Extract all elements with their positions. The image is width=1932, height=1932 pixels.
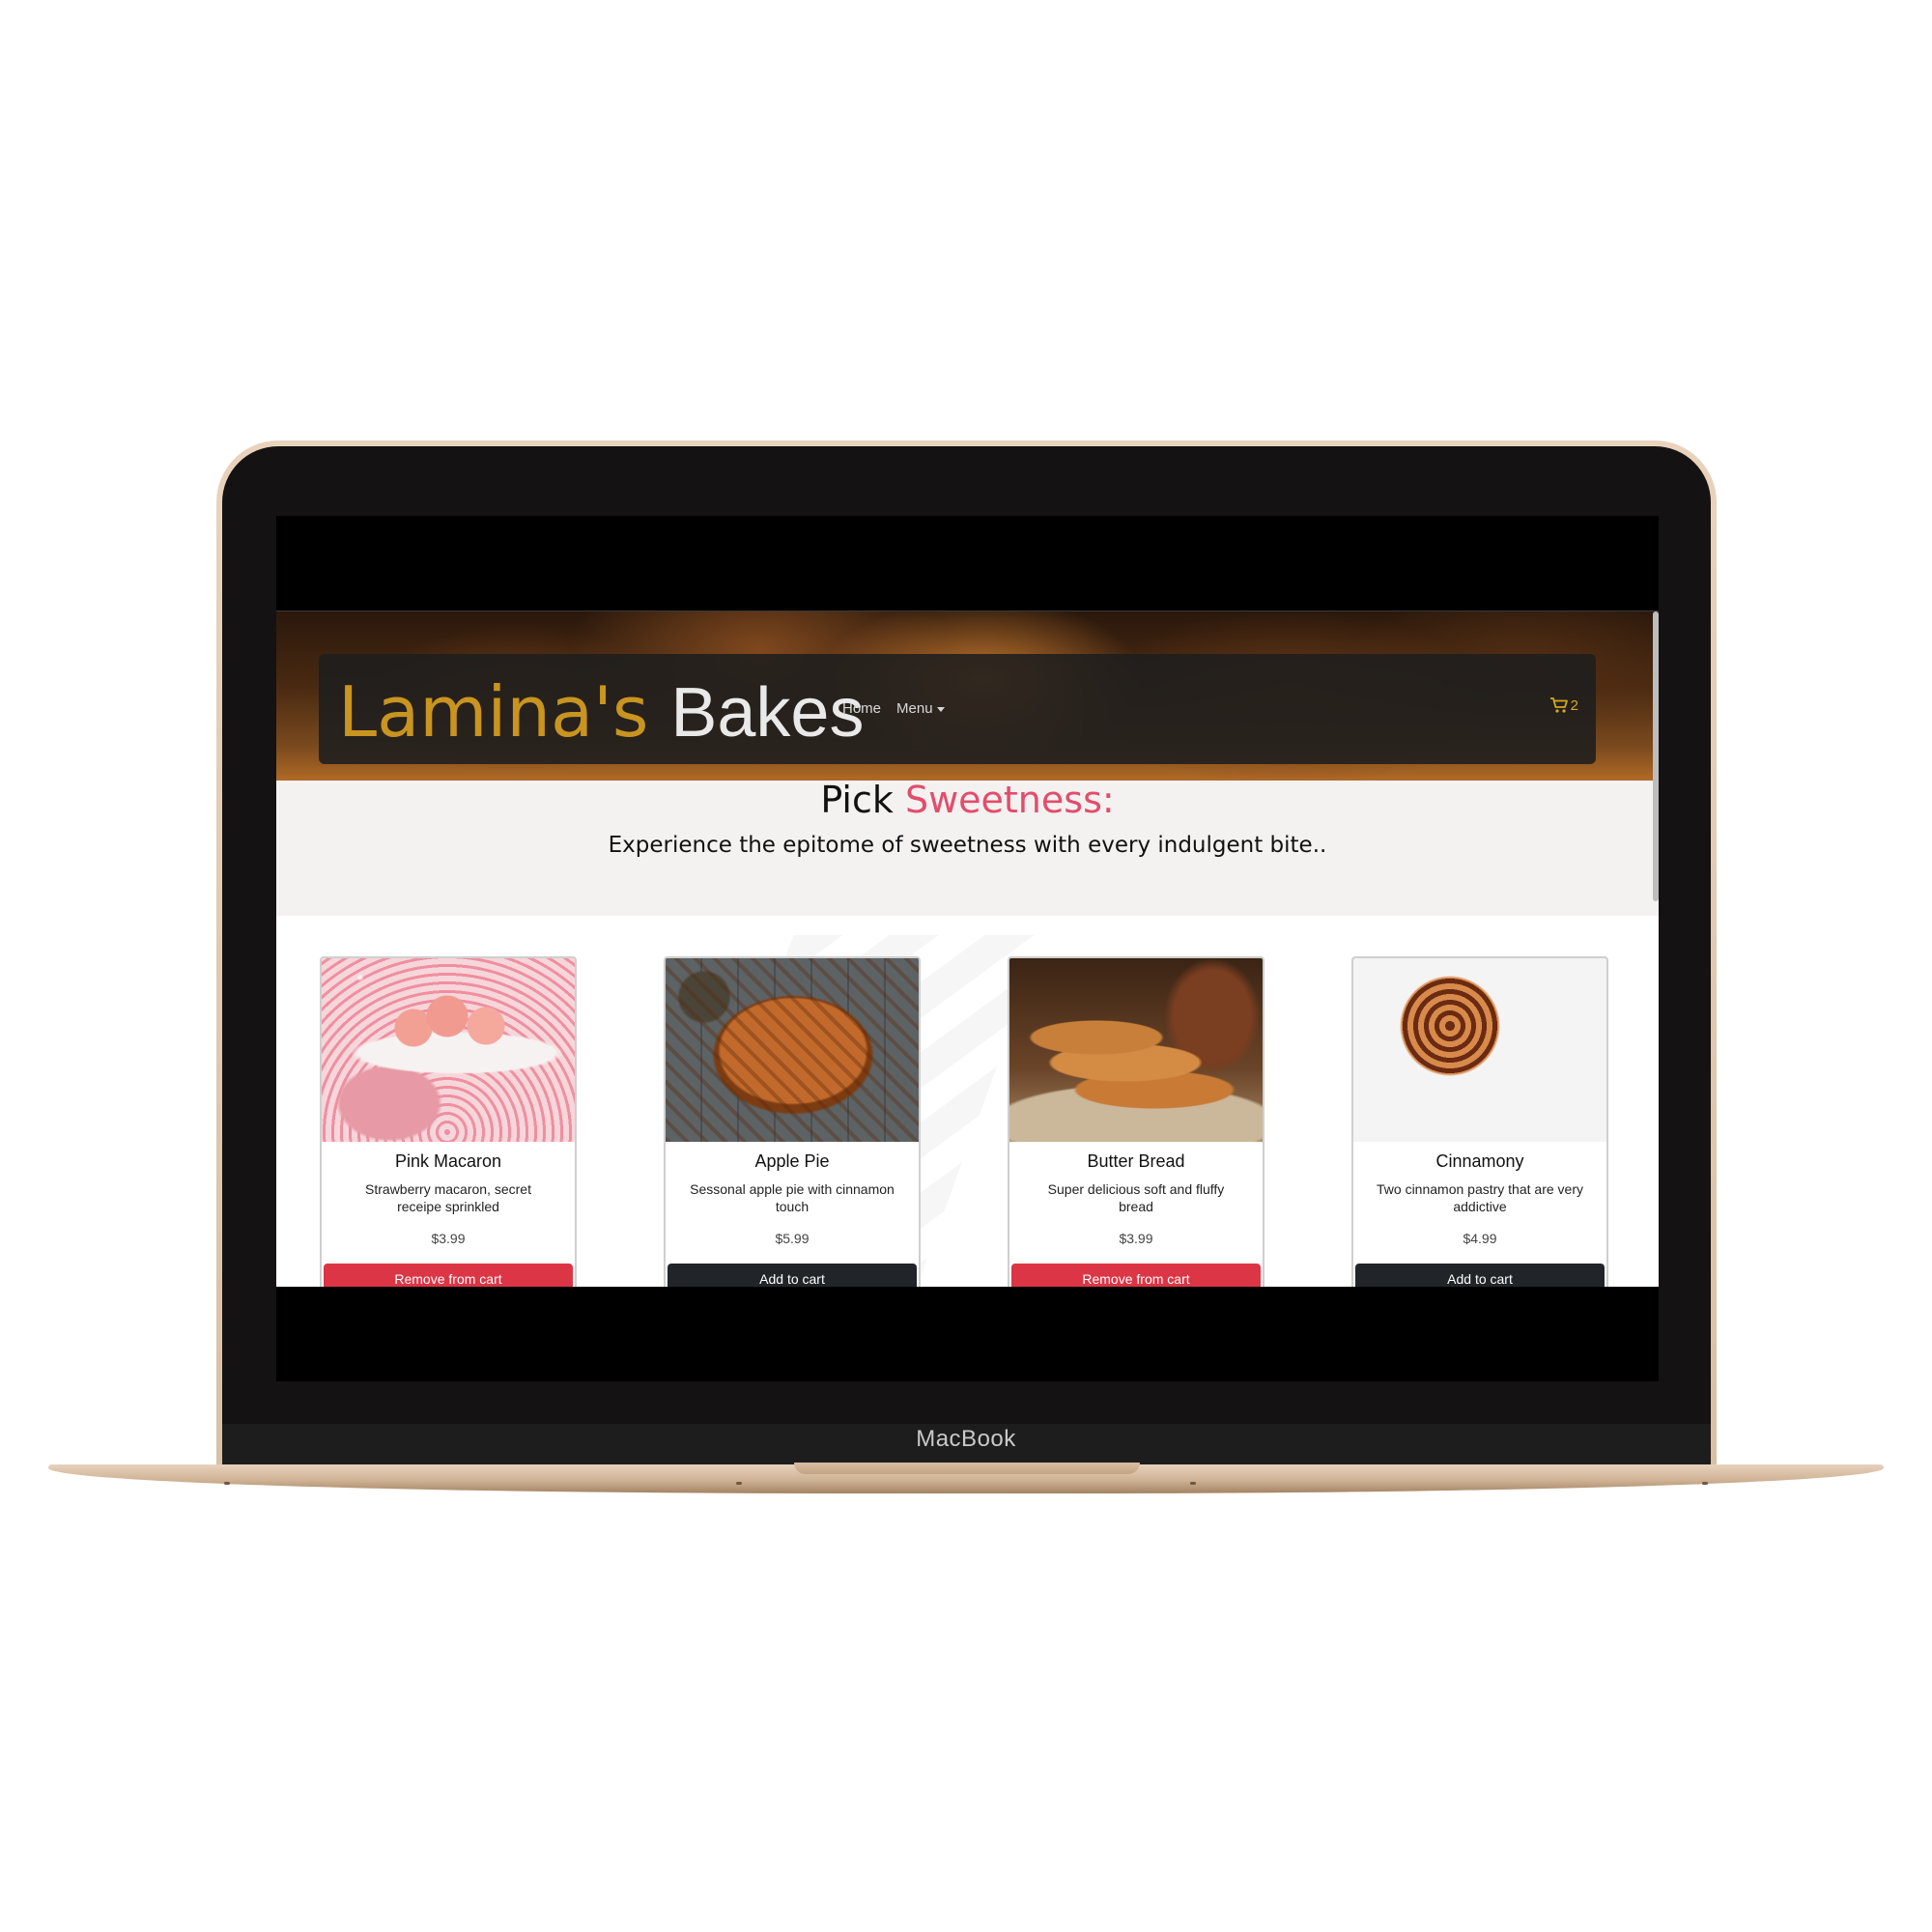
- product-card: Apple Pie Sessonal apple pie with cinnam…: [664, 956, 921, 1287]
- product-card: Cinnamony Two cinnamon pastry that are v…: [1351, 956, 1608, 1287]
- product-price: $4.99: [1463, 1231, 1497, 1246]
- brand-logo[interactable]: Lamina's Bakes: [338, 677, 864, 748]
- nav-menu-dropdown[interactable]: Menu: [896, 700, 945, 717]
- product-description: Two cinnamon pastry that are very addict…: [1377, 1181, 1583, 1214]
- product-card: Butter Bread Super delicious soft and fl…: [1008, 956, 1264, 1287]
- section-title-accent: Sweetness:: [904, 779, 1115, 821]
- vertical-scrollbar[interactable]: [1653, 611, 1659, 901]
- product-image-butter-bread[interactable]: [1009, 958, 1263, 1142]
- product-image-pink-macaron[interactable]: [322, 958, 575, 1142]
- laptop-hinge-notch: [794, 1463, 1140, 1474]
- product-price: $3.99: [1119, 1231, 1153, 1246]
- section-subtitle: Experience the epitome of sweetness with…: [608, 833, 1327, 858]
- laptop-foot: [1702, 1482, 1708, 1485]
- product-description: Super delicious soft and fluffy bread: [1047, 1181, 1225, 1214]
- section-title-plain: Pick: [820, 779, 894, 821]
- laptop-foot: [736, 1482, 742, 1485]
- nav-links: Home Menu: [842, 700, 945, 717]
- product-title: Cinnamony: [1435, 1151, 1524, 1171]
- laptop-foot: [1190, 1482, 1196, 1485]
- brand-name-second: Bakes: [670, 674, 865, 752]
- brand-name-first: Lamina's: [338, 671, 649, 753]
- product-card: Pink Macaron Strawberry macaron, secret …: [320, 956, 577, 1287]
- add-to-cart-button[interactable]: Add to cart: [1355, 1264, 1605, 1287]
- product-description: Sessonal apple pie with cinnamon touch: [690, 1181, 895, 1214]
- cart-count-badge: 2: [1570, 696, 1578, 714]
- nav-menu-label: Menu: [896, 700, 933, 717]
- navbar: Lamina's Bakes Home Menu 2: [319, 654, 1596, 764]
- screen: Lamina's Bakes Home Menu 2 Pick Sweetnes…: [276, 516, 1659, 1381]
- product-grid: Pink Macaron Strawberry macaron, secret …: [276, 916, 1659, 1287]
- product-price: $5.99: [775, 1231, 810, 1246]
- browser-viewport[interactable]: Lamina's Bakes Home Menu 2 Pick Sweetnes…: [276, 611, 1659, 1287]
- product-image-apple-pie[interactable]: [666, 958, 919, 1142]
- nav-home-link[interactable]: Home: [842, 700, 881, 717]
- product-image-cinnamony[interactable]: [1353, 958, 1606, 1142]
- chevron-down-icon: [936, 706, 945, 712]
- cart-icon: [1549, 697, 1568, 713]
- product-title: Butter Bread: [1087, 1151, 1185, 1171]
- laptop-foot: [224, 1482, 230, 1485]
- product-price: $3.99: [431, 1231, 466, 1246]
- product-title: Apple Pie: [754, 1151, 830, 1171]
- product-description: Strawberry macaron, secret receipe sprin…: [365, 1181, 531, 1214]
- remove-from-cart-button[interactable]: Remove from cart: [324, 1264, 573, 1287]
- intro-section: Pick Sweetness: Experience the epitome o…: [276, 779, 1659, 916]
- hero-banner: Lamina's Bakes Home Menu 2: [276, 611, 1659, 781]
- add-to-cart-button[interactable]: Add to cart: [668, 1264, 917, 1287]
- remove-from-cart-button[interactable]: Remove from cart: [1011, 1264, 1261, 1287]
- section-title: Pick Sweetness:: [276, 779, 1659, 821]
- product-title: Pink Macaron: [394, 1151, 502, 1171]
- cart-button[interactable]: 2: [1549, 696, 1578, 714]
- device-label: MacBook: [916, 1426, 1016, 1452]
